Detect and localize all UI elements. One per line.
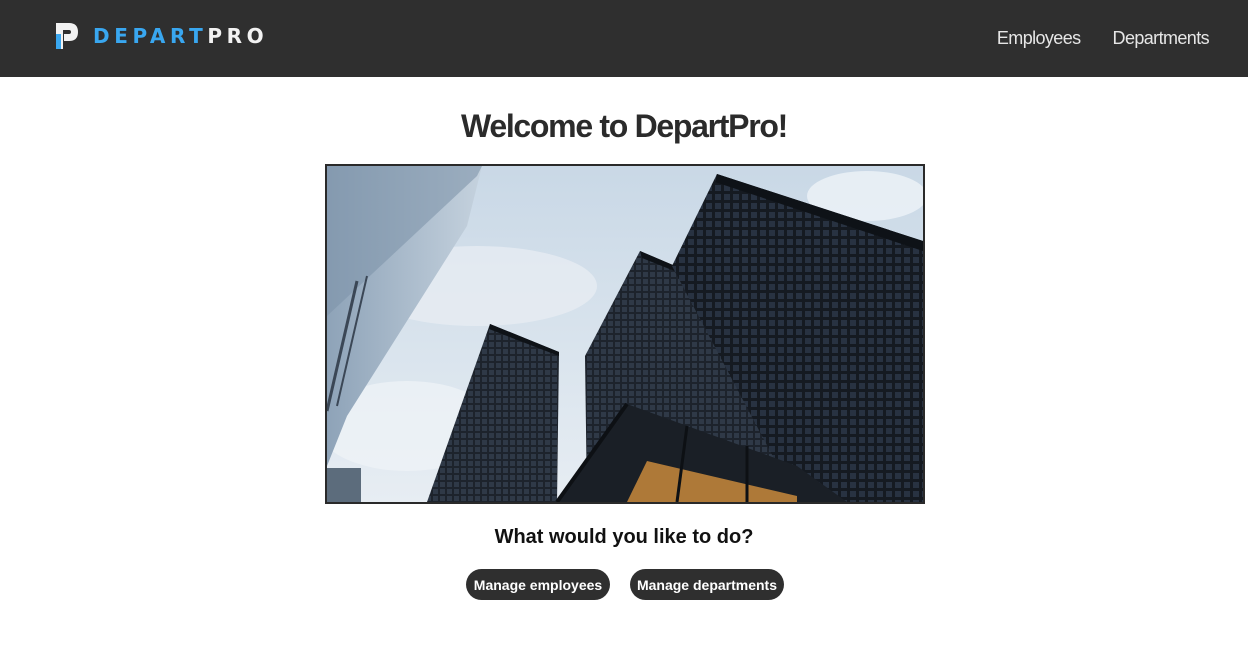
brand-logo[interactable]: DEPARTPRO (54, 21, 268, 51)
nav-link-employees[interactable]: Employees (997, 28, 1081, 49)
skyscrapers-illustration (327, 166, 923, 502)
main-nav: Employees Departments (965, 0, 1210, 77)
manage-employees-button[interactable]: Manage employees (466, 569, 610, 600)
brand-name-part1: DEPART (93, 24, 208, 48)
hero-image (325, 164, 925, 504)
nav-link-departments[interactable]: Departments (1113, 28, 1210, 49)
brand-name-part2: PRO (207, 24, 269, 48)
brand-name: DEPARTPRO (93, 21, 268, 51)
top-navbar: DEPARTPRO Employees Departments (0, 0, 1248, 77)
action-prompt: What would you like to do? (494, 526, 754, 548)
page-title: Welcome to DepartPro! (461, 108, 788, 144)
departpro-logo-icon (56, 23, 78, 49)
manage-departments-button[interactable]: Manage departments (630, 569, 784, 600)
